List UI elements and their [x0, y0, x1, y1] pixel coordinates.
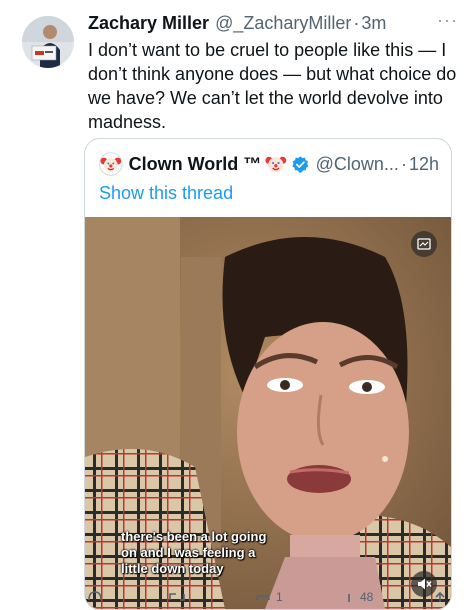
- quoted-author-handle[interactable]: @Clown...: [316, 154, 399, 175]
- clown-avatar-icon[interactable]: [99, 152, 123, 176]
- verified-badge-icon: [292, 155, 309, 173]
- views-icon[interactable]: [342, 588, 356, 602]
- quoted-author-name[interactable]: Clown World ™: [129, 154, 262, 175]
- quoted-video[interactable]: there's been a lot going on and I was fe…: [85, 217, 451, 609]
- show-thread-link[interactable]: Show this thread: [99, 183, 233, 204]
- separator-dot: ·: [353, 12, 360, 33]
- like-icon[interactable]: [254, 588, 272, 602]
- caption-line: little down today: [121, 561, 224, 576]
- video-caption: there's been a lot going on and I was fe…: [121, 529, 271, 577]
- quoted-tweet-header: Clown World ™ @Clown... · 12h: [99, 151, 439, 177]
- author-avatar[interactable]: [22, 16, 74, 68]
- tweet-text: I don’t want to be cruel to people like …: [88, 40, 457, 132]
- caption-line: there's been a lot going: [121, 529, 267, 544]
- more-icon[interactable]: ···: [437, 10, 458, 31]
- tweet-header: Zachary Miller @_ZacharyMiller · 3m ···: [88, 10, 458, 36]
- retweet-icon[interactable]: [166, 588, 188, 602]
- tweet-time[interactable]: 3m: [361, 13, 386, 34]
- author-name[interactable]: Zachary Miller: [88, 13, 209, 34]
- media-info-icon[interactable]: [411, 231, 437, 257]
- clown-emoji-icon: [265, 156, 287, 173]
- views-count: 48: [360, 590, 374, 604]
- avatar-photo: [22, 16, 74, 68]
- share-icon[interactable]: [432, 588, 448, 602]
- author-handle[interactable]: @_ZacharyMiller: [215, 13, 351, 34]
- reply-icon[interactable]: [86, 588, 104, 602]
- separator-dot: ·: [400, 153, 407, 174]
- action-bar: 1 48: [84, 588, 454, 604]
- quoted-tweet-card[interactable]: Clown World ™ @Clown... · 12h Show this …: [84, 138, 452, 610]
- like-count: 1: [276, 590, 283, 604]
- quoted-tweet-time[interactable]: 12h: [409, 154, 439, 175]
- caption-line: on and I was feeling a: [121, 545, 256, 560]
